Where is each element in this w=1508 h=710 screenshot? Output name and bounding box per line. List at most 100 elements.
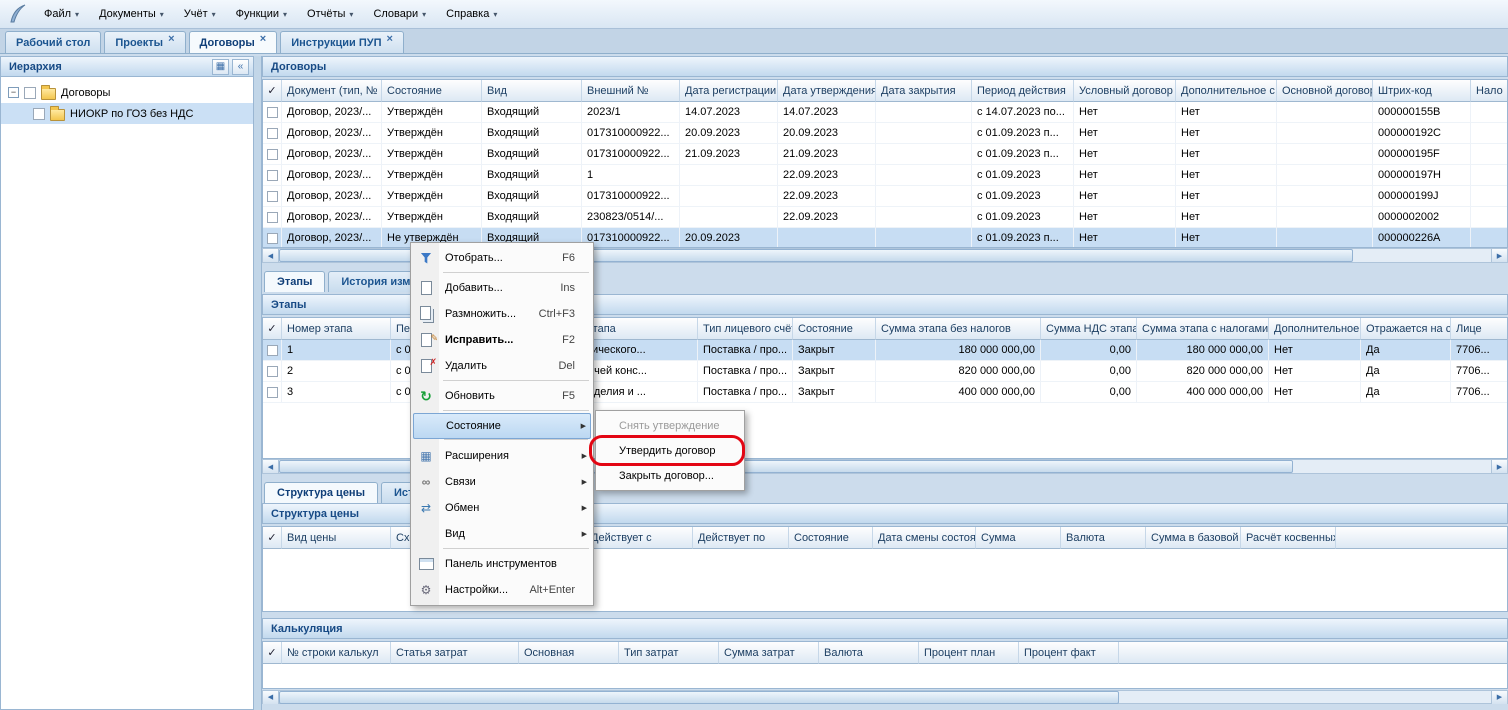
column-header[interactable]: Дата утверждения <box>778 80 876 102</box>
column-header[interactable]: Дата смены состоя <box>873 527 976 549</box>
context-menu-item[interactable]: Исправить... F2 <box>413 327 591 353</box>
column-header[interactable]: Условный договор <box>1074 80 1176 102</box>
menubar-item[interactable]: Словари ▾ <box>363 0 436 28</box>
column-header[interactable]: Дополнительное с <box>1269 318 1361 340</box>
context-menu-item[interactable]: Отобрать... F6 <box>413 245 591 271</box>
column-header[interactable]: № строки калькул <box>282 642 391 664</box>
node-checkbox[interactable] <box>33 108 45 120</box>
select-all-header[interactable]: ✓ <box>263 642 282 664</box>
context-menu-item[interactable]: Состояние ▶ <box>413 413 591 439</box>
column-header[interactable]: Вид <box>482 80 582 102</box>
scroll-left-button[interactable]: ◀ <box>263 249 279 262</box>
column-header[interactable]: Документ (тип, № <box>282 80 382 102</box>
collapse-panel-icon[interactable]: « <box>232 59 249 75</box>
row-checkbox[interactable] <box>267 191 278 202</box>
menubar-item[interactable]: Документы ▾ <box>89 0 174 28</box>
subtab[interactable]: Структура цены <box>264 482 378 503</box>
subtab[interactable]: Этапы <box>264 271 325 292</box>
menubar-item[interactable]: Справка ▾ <box>436 0 507 28</box>
row-checkbox[interactable] <box>267 345 278 356</box>
scroll-left-button[interactable]: ◀ <box>263 460 279 473</box>
column-header[interactable]: Статья затрат <box>391 642 519 664</box>
table-row[interactable]: Договор, 2023/... Утверждён Входящий 017… <box>263 123 1508 144</box>
column-header[interactable]: Сумма этапа с налогами <box>1137 318 1269 340</box>
column-header[interactable]: Валюта <box>819 642 919 664</box>
grid-tool-icon[interactable]: ▦ <box>212 59 229 75</box>
column-header[interactable]: Штрих-код <box>1373 80 1471 102</box>
menubar-item[interactable]: Учёт ▾ <box>174 0 226 28</box>
tab[interactable]: Проекты × <box>104 31 185 53</box>
column-header[interactable]: Сумма НДС этапа <box>1041 318 1137 340</box>
column-header[interactable]: Сумма затрат <box>719 642 819 664</box>
tree-node[interactable]: НИОКР по ГОЗ без НДС <box>1 103 253 124</box>
column-header[interactable]: Состояние <box>793 318 876 340</box>
table-row[interactable]: Договор, 2023/... Утверждён Входящий 017… <box>263 186 1508 207</box>
row-checkbox[interactable] <box>267 387 278 398</box>
column-header[interactable]: Дата закрытия <box>876 80 972 102</box>
tab[interactable]: Инструкции ПУП × <box>280 31 404 53</box>
tree-node[interactable]: − Договоры <box>1 82 253 103</box>
table-row[interactable]: Договор, 2023/... Утверждён Входящий 202… <box>263 102 1508 123</box>
calc-hscrollbar[interactable]: ◀ ▶ <box>262 690 1508 704</box>
column-header[interactable]: Дата регистрации <box>680 80 778 102</box>
context-menu-item[interactable]: Расширения ▶ <box>413 443 591 469</box>
column-header[interactable]: Валюта <box>1061 527 1146 549</box>
submenu-item[interactable]: Снять утверждение <box>598 413 742 438</box>
context-menu-item[interactable]: Обновить F5 <box>413 383 591 409</box>
submenu-item[interactable]: Закрыть договор... <box>598 463 742 488</box>
column-header[interactable]: Лице <box>1451 318 1508 340</box>
column-header[interactable]: Сумма в базовой в <box>1146 527 1241 549</box>
menubar-item[interactable]: Функции ▾ <box>226 0 297 28</box>
table-row[interactable]: Договор, 2023/... Утверждён Входящий 1 2… <box>263 165 1508 186</box>
row-checkbox[interactable] <box>267 128 278 139</box>
column-header[interactable] <box>1119 642 1508 664</box>
column-header[interactable]: Сумма этапа без налогов <box>876 318 1041 340</box>
column-header[interactable]: Действует с <box>586 527 693 549</box>
row-checkbox[interactable] <box>267 233 278 244</box>
select-all-header[interactable]: ✓ <box>263 527 282 549</box>
column-header[interactable]: Состояние <box>382 80 482 102</box>
context-menu-item[interactable]: Панель инструментов <box>413 551 591 577</box>
context-menu-item[interactable]: Удалить Del <box>413 353 591 379</box>
context-menu-item[interactable]: Размножить... Ctrl+F3 <box>413 301 591 327</box>
column-header[interactable]: Номер этапа <box>282 318 391 340</box>
column-header[interactable]: Сумма <box>976 527 1061 549</box>
column-header[interactable]: Действует по <box>693 527 789 549</box>
scroll-right-button[interactable]: ▶ <box>1491 691 1507 704</box>
column-header[interactable]: Тип затрат <box>619 642 719 664</box>
column-header[interactable]: Нало <box>1471 80 1508 102</box>
tab-close-icon[interactable]: × <box>168 33 174 45</box>
column-header[interactable]: Период действия <box>972 80 1074 102</box>
select-all-header[interactable]: ✓ <box>263 80 282 102</box>
menubar-item[interactable]: Отчёты ▾ <box>297 0 363 28</box>
row-checkbox[interactable] <box>267 170 278 181</box>
scroll-left-button[interactable]: ◀ <box>263 691 279 704</box>
column-header[interactable] <box>1336 527 1508 549</box>
row-checkbox[interactable] <box>267 366 278 377</box>
tab[interactable]: Рабочий стол <box>5 31 101 53</box>
row-checkbox[interactable] <box>267 149 278 160</box>
row-checkbox[interactable] <box>267 212 278 223</box>
tab-close-icon[interactable]: × <box>387 33 393 45</box>
row-checkbox[interactable] <box>267 107 278 118</box>
column-header[interactable]: Тип лицевого счёт <box>698 318 793 340</box>
node-checkbox[interactable] <box>24 87 36 99</box>
tab[interactable]: Договоры × <box>189 31 278 53</box>
column-header[interactable]: Процент план <box>919 642 1019 664</box>
column-header[interactable]: Вид цены <box>282 527 391 549</box>
submenu-item[interactable]: Утвердить договор <box>598 438 742 463</box>
context-menu-item[interactable]: Связи ▶ <box>413 469 591 495</box>
table-row[interactable]: Договор, 2023/... Утверждён Входящий 230… <box>263 207 1508 228</box>
scroll-thumb[interactable] <box>279 691 1119 704</box>
context-menu-item[interactable]: Добавить... Ins <box>413 275 591 301</box>
scroll-right-button[interactable]: ▶ <box>1491 460 1507 473</box>
scroll-right-button[interactable]: ▶ <box>1491 249 1507 262</box>
column-header[interactable]: Основная <box>519 642 619 664</box>
context-menu-item[interactable]: Настройки... Alt+Enter <box>413 577 591 603</box>
column-header[interactable]: Процент факт <box>1019 642 1119 664</box>
panel-splitter[interactable] <box>254 56 262 710</box>
column-header[interactable]: Отражается на су <box>1361 318 1451 340</box>
tab-close-icon[interactable]: × <box>260 33 266 45</box>
column-header[interactable]: Дополнительное с <box>1176 80 1277 102</box>
expander-icon[interactable]: − <box>8 87 19 98</box>
